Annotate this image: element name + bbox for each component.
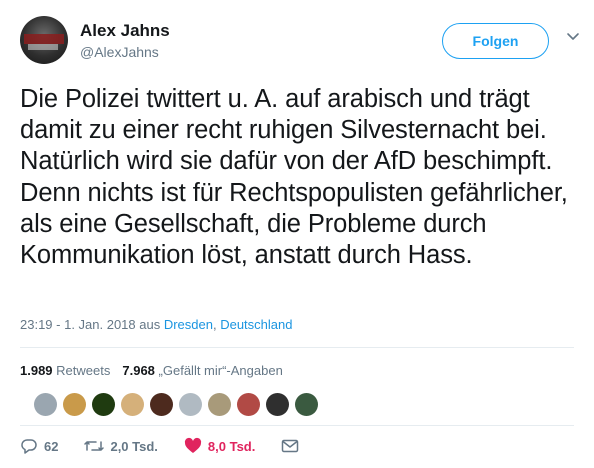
likes-label: „Gefällt mir“-Angaben [158, 363, 283, 378]
liker-avatar[interactable] [237, 393, 260, 416]
liker-avatars [34, 393, 318, 416]
tweet-header: Alex Jahns @AlexJahns Folgen [20, 16, 580, 66]
avatar-detail [24, 34, 64, 44]
retweet-button[interactable]: 2,0 Tsd. [84, 437, 158, 455]
author-avatar[interactable] [20, 16, 68, 64]
reply-count: 62 [44, 438, 59, 454]
retweets-count: 1.989 [20, 363, 53, 378]
retweet-count: 2,0 Tsd. [110, 438, 158, 454]
chevron-down-icon[interactable] [565, 28, 581, 44]
follow-button[interactable]: Folgen [442, 23, 549, 59]
divider [20, 347, 574, 348]
retweets-label: Retweets [56, 363, 111, 378]
reply-button[interactable]: 62 [20, 437, 58, 455]
direct-message-button[interactable] [281, 438, 299, 454]
retweets-stat[interactable]: 1.989 Retweets [20, 363, 110, 378]
avatar-detail [28, 44, 58, 50]
liker-avatar[interactable] [295, 393, 318, 416]
reply-icon [21, 439, 37, 454]
liker-avatar[interactable] [266, 393, 289, 416]
liker-avatar[interactable] [92, 393, 115, 416]
location-country-link[interactable]: Deutschland [220, 317, 292, 332]
like-button[interactable]: 8,0 Tsd. [184, 437, 255, 455]
liker-avatar[interactable] [150, 393, 173, 416]
tweet-meta: 23:19 - 1. Jan. 2018 aus Dresden, Deutsc… [20, 317, 292, 332]
liker-avatar[interactable] [34, 393, 57, 416]
author-handle[interactable]: @AlexJahns [80, 44, 159, 60]
tweet-timestamp[interactable]: 23:19 - 1. Jan. 2018 aus [20, 317, 164, 332]
engagement-stats: 1.989 Retweets 7.968 „Gefällt mir“-Angab… [20, 363, 283, 378]
author-name[interactable]: Alex Jahns [80, 21, 170, 41]
envelope-icon [282, 439, 299, 453]
retweet-icon [84, 441, 105, 451]
location-city-link[interactable]: Dresden [164, 317, 213, 332]
liker-avatar[interactable] [121, 393, 144, 416]
tweet-text: Die Polizei twittert u. A. auf arabisch … [20, 85, 568, 270]
liker-avatar[interactable] [179, 393, 202, 416]
like-count: 8,0 Tsd. [207, 438, 256, 454]
likes-stat[interactable]: 7.968 „Gefällt mir“-Angaben [122, 363, 282, 378]
likes-count: 7.968 [122, 363, 155, 378]
heart-icon [184, 437, 202, 453]
tweet-actions: 62 2,0 Tsd. 8,0 Tsd. [20, 437, 325, 455]
liker-avatar[interactable] [63, 393, 86, 416]
liker-avatar[interactable] [208, 393, 231, 416]
divider [20, 425, 574, 426]
